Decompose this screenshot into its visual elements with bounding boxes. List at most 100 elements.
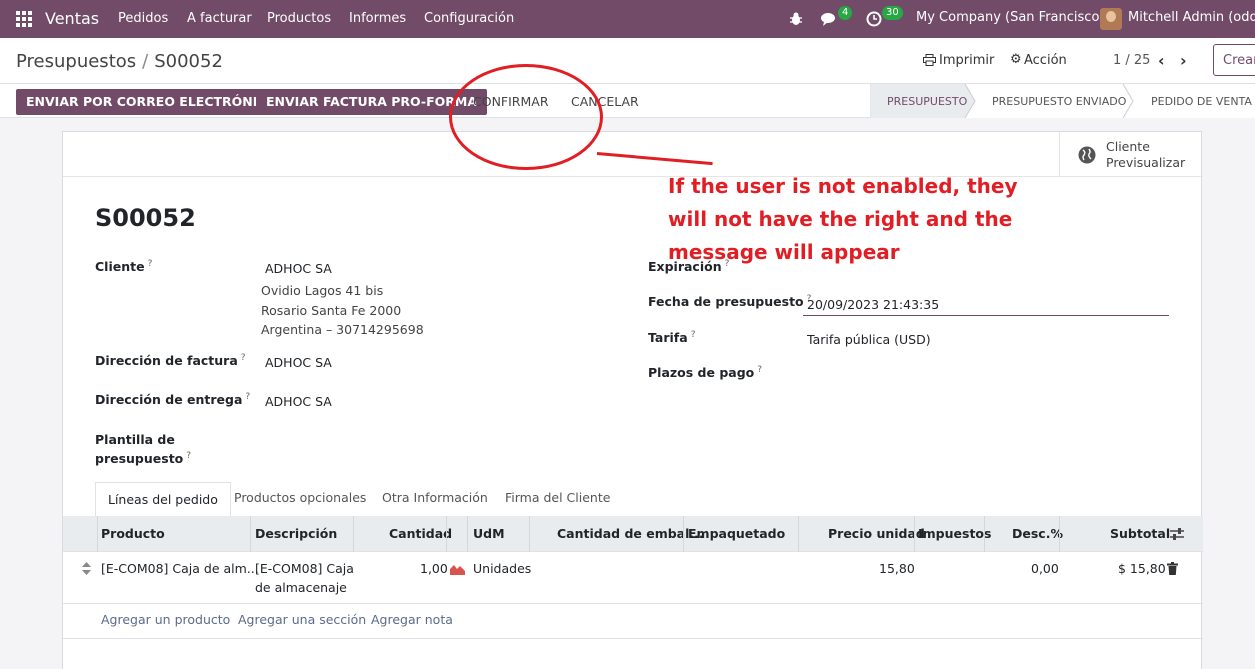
action-button[interactable]: Acción: [1024, 53, 1067, 68]
customer-address-line-2: Rosario Santa Fe 2000: [261, 303, 402, 318]
create-button[interactable]: Crear: [1213, 44, 1255, 76]
help-icon: ?: [245, 392, 251, 402]
payment-terms-field[interactable]: [803, 366, 1169, 386]
top-navbar: Ventas Pedidos A facturar Productos Info…: [0, 0, 1255, 38]
payment-terms-label: Plazos de pago?: [648, 365, 763, 381]
help-icon: ?: [186, 451, 192, 461]
pager-value[interactable]: 1 / 25: [1113, 53, 1150, 68]
table-row[interactable]: [E-COM08] Caja de alm... [E-COM08] Caja …: [63, 552, 1203, 604]
template-field[interactable]: [261, 432, 591, 454]
preview-label-2: Previsualizar: [1106, 155, 1186, 170]
pager-next-icon[interactable]: ›: [1180, 51, 1187, 70]
annotation-line-2: will not have the right and the: [668, 207, 1013, 231]
line-discount[interactable]: 0,00: [1031, 561, 1059, 576]
optional-columns-icon[interactable]: [1170, 528, 1184, 540]
template-label-line-1: Plantilla de: [95, 432, 175, 447]
tab-other-info[interactable]: Otra Información: [382, 490, 488, 505]
breadcrumb: Presupuestos / S00052: [16, 51, 223, 72]
annotation-line-3: message will appear: [668, 240, 900, 264]
activity-count-badge: 30: [882, 6, 903, 20]
line-subtotal: $ 15,80: [1118, 561, 1166, 576]
status-pedido-de-venta[interactable]: PEDIDO DE VENTA: [1151, 84, 1252, 118]
help-icon: ?: [147, 259, 153, 269]
column-uom[interactable]: UdM: [473, 526, 505, 541]
form-statusbar: ENVIAR POR CORREO ELECTRÓNICO ENVIAR FAC…: [0, 83, 1255, 118]
breadcrumb-current: S00052: [154, 51, 223, 72]
customer-address-line-1: Ovidio Lagos 41 bis: [261, 283, 384, 298]
status-presupuesto[interactable]: PRESUPUESTO: [887, 84, 967, 118]
column-packaging[interactable]: Empaquetado: [688, 526, 785, 541]
help-icon: ?: [240, 353, 246, 363]
app-name[interactable]: Ventas: [45, 9, 99, 28]
column-subtotal[interactable]: Subtotal: [1110, 526, 1170, 541]
menu-configuracion[interactable]: Configuración: [424, 11, 514, 26]
column-product[interactable]: Producto: [101, 526, 165, 541]
chat-count-badge: 4: [838, 6, 853, 20]
column-taxes[interactable]: Impuestos: [918, 526, 991, 541]
add-note-link[interactable]: Agregar nota: [371, 612, 453, 627]
debug-bug-icon[interactable]: [788, 11, 804, 27]
column-description[interactable]: Descripción: [255, 526, 337, 541]
delivery-address-label: Dirección de entrega?: [95, 392, 251, 408]
customer-field[interactable]: ADHOC SA: [265, 261, 332, 276]
line-uom[interactable]: Unidades: [473, 561, 531, 576]
template-label-line-2: presupuesto?: [95, 451, 192, 467]
column-packaging-qty[interactable]: Cantidad de embal...: [557, 526, 704, 541]
user-menu[interactable]: Mitchell Admin (odoo: [1128, 10, 1255, 25]
menu-productos[interactable]: Productos: [267, 11, 331, 26]
document-name: S00052: [95, 204, 196, 232]
send-email-button[interactable]: ENVIAR POR CORREO ELECTRÓNICO: [16, 89, 288, 115]
pager-previous-icon[interactable]: ‹: [1158, 51, 1165, 70]
pricelist-label: Tarifa?: [648, 330, 696, 346]
order-lines-header: Producto Descripción Cantidad UdM Cantid…: [63, 516, 1203, 552]
add-section-link[interactable]: Agregar una sección: [238, 612, 366, 627]
pricelist-field[interactable]: Tarifa pública (USD): [807, 332, 931, 347]
add-product-link[interactable]: Agregar un producto: [101, 612, 230, 627]
globe-icon: [1078, 146, 1096, 164]
print-icon: [923, 54, 936, 66]
column-unit-price[interactable]: Precio unidad: [828, 526, 925, 541]
activity-clock-icon[interactable]: [866, 11, 882, 27]
line-description-1[interactable]: [E-COM08] Caja: [255, 561, 354, 576]
annotation-text: If the user is not enabled, they will no…: [668, 170, 1048, 269]
menu-pedidos[interactable]: Pedidos: [118, 11, 168, 26]
menu-informes[interactable]: Informes: [349, 11, 406, 26]
line-description-2: de almacenaje: [255, 580, 347, 595]
line-unit-price[interactable]: 15,80: [879, 561, 915, 576]
table-footer-divider: [63, 638, 1203, 639]
gear-icon: ⚙: [1010, 52, 1022, 67]
line-product[interactable]: [E-COM08] Caja de alm...: [101, 561, 259, 576]
invoice-address-field[interactable]: ADHOC SA: [265, 355, 332, 370]
annotation-line-1: If the user is not enabled, they: [668, 174, 1018, 198]
breadcrumb-parent[interactable]: Presupuestos: [16, 51, 136, 72]
quotation-date-label: Fecha de presupuesto?: [648, 294, 812, 310]
preview-label-1: Cliente: [1106, 139, 1150, 154]
tab-optional-products[interactable]: Productos opcionales: [234, 490, 366, 505]
line-quantity[interactable]: 1,00: [420, 561, 448, 576]
customer-preview-button[interactable]: Cliente Previsualizar: [1059, 132, 1202, 177]
invoice-address-label: Dirección de factura?: [95, 353, 246, 369]
status-presupuesto-enviado[interactable]: PRESUPUESTO ENVIADO: [992, 84, 1126, 118]
control-panel: Presupuestos / S00052 Imprimir ⚙ Acción 1 …: [0, 38, 1255, 118]
tab-customer-signature[interactable]: Firma del Cliente: [505, 490, 610, 505]
help-icon: ?: [690, 330, 696, 340]
tab-order-lines[interactable]: Líneas del pedido: [95, 482, 231, 518]
company-switcher[interactable]: My Company (San Francisco): [916, 10, 1104, 25]
user-avatar[interactable]: [1100, 8, 1122, 30]
delivery-address-field[interactable]: ADHOC SA: [265, 394, 332, 409]
quotation-date-field[interactable]: 20/09/2023 21:43:35: [803, 295, 1169, 316]
chat-icon[interactable]: [820, 11, 838, 27]
forecast-chart-icon[interactable]: [450, 563, 465, 575]
print-button[interactable]: Imprimir: [939, 53, 994, 68]
notebook-tabs: Líneas del pedido Productos opcionales O…: [63, 482, 1203, 518]
drag-handle-icon[interactable]: [82, 562, 91, 575]
customer-label: Cliente?: [95, 259, 153, 275]
help-icon: ?: [757, 365, 763, 375]
customer-address-line-3: Argentina – 30714295698: [261, 322, 424, 337]
apps-menu-icon[interactable]: [16, 11, 32, 27]
menu-a-facturar[interactable]: A facturar: [187, 11, 252, 26]
quotation-date-value: 20/09/2023 21:43:35: [807, 297, 940, 312]
column-quantity[interactable]: Cantidad: [389, 526, 452, 541]
column-discount[interactable]: Desc.%: [1012, 526, 1063, 541]
trash-icon[interactable]: [1167, 562, 1178, 575]
